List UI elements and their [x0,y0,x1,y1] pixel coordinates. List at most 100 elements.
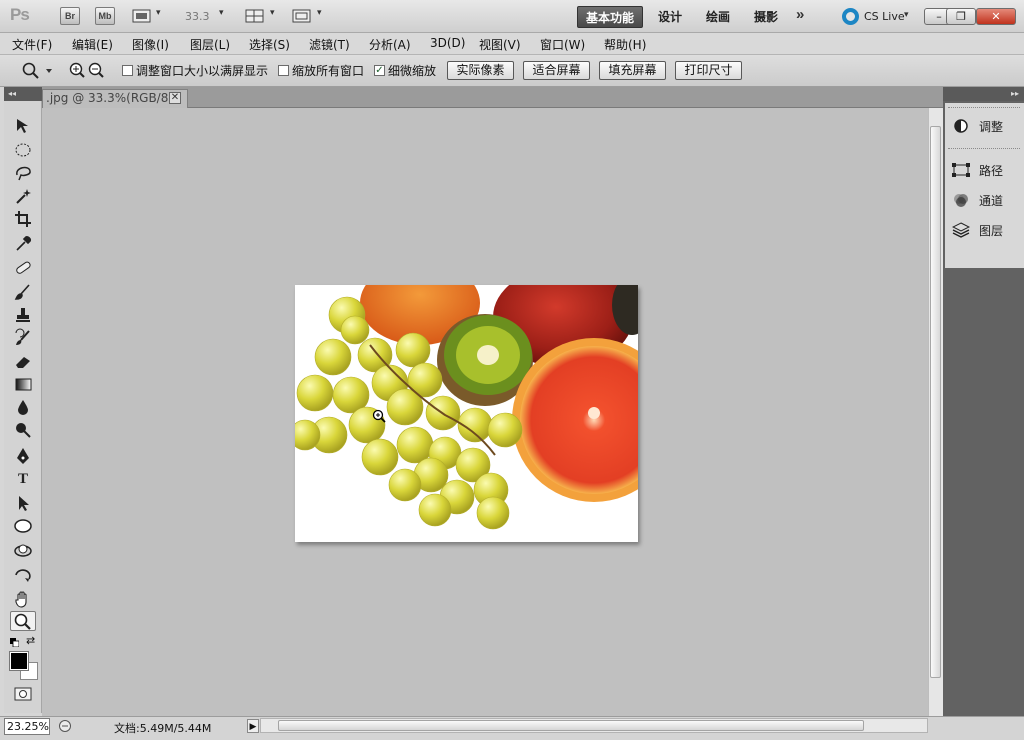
arrange-dropdown-icon[interactable]: ▾ [270,8,275,18]
menu-select[interactable]: 选择(S) [249,36,290,53]
scrubby-zoom-checkbox[interactable]: ✓ [374,65,385,76]
view-extras-button[interactable] [132,8,152,25]
dodge-tool[interactable] [10,420,36,440]
menu-window[interactable]: 窗口(W) [540,36,585,53]
history-brush-tool[interactable] [10,328,36,348]
vertical-scrollbar-thumb[interactable] [930,126,941,678]
document-size-info: 文档:5.49M/5.44M [114,722,212,735]
screen-mode-icon [292,9,311,23]
view-extras-dropdown-icon[interactable]: ▾ [156,8,161,18]
workspace-essentials-tab[interactable]: 基本功能 [577,6,644,28]
arrange-icon [245,9,264,23]
pen-tool-icon [17,448,29,464]
screen-mode-dropdown-icon[interactable]: ▾ [317,8,322,18]
panel-dock-collapse-handle[interactable]: ▸▸ [943,87,1024,101]
cs-live-dropdown-icon[interactable]: ▾ [904,10,909,20]
zoom-cursor-icon [372,409,386,423]
zoom-tool[interactable] [10,611,36,631]
menu-help[interactable]: 帮助(H) [604,36,646,53]
zoom-in-button[interactable] [68,61,86,79]
status-info-button[interactable] [58,719,72,733]
menu-layer[interactable]: 图层(L) [190,36,230,53]
healing-brush-tool[interactable] [10,258,36,278]
marquee-tool[interactable] [10,140,36,160]
print-size-button[interactable]: 打印尺寸 [675,61,742,80]
cs-live-icon[interactable] [842,8,859,25]
shape-tool-icon [14,519,32,533]
screen-mode-button[interactable] [292,8,312,25]
3d-orbit-tool-icon [15,569,31,582]
channels-icon [954,194,968,207]
more-workspaces-icon[interactable]: » [796,6,804,23]
zoom-level-value[interactable]: 33.3 [185,10,210,23]
quick-mask-button[interactable] [14,687,32,701]
menu-analysis[interactable]: 分析(A) [369,36,411,53]
workspace-painting-tab[interactable]: 绘画 [698,6,738,28]
zoom-dropdown-icon[interactable]: ▾ [219,8,224,18]
menu-view[interactable]: 视图(V) [479,36,521,53]
zoom-out-button[interactable] [87,61,105,79]
panel-divider [948,107,1020,108]
brush-tool[interactable] [10,282,36,302]
magic-wand-tool[interactable] [10,186,36,206]
horizontal-scrollbar-thumb[interactable] [278,720,864,731]
document-tab-close-icon[interactable]: ✕ [169,92,181,104]
3d-orbit-tool[interactable] [10,565,36,585]
hand-tool[interactable] [10,589,36,609]
restore-button[interactable]: ❐ [946,8,976,25]
fill-screen-button[interactable]: 填充屏幕 [599,61,666,80]
menu-edit[interactable]: 编辑(E) [72,36,113,53]
3d-rotate-tool[interactable] [10,541,36,561]
clone-stamp-tool[interactable] [10,305,36,325]
pen-tool[interactable] [10,446,36,466]
cs-live-button[interactable]: CS Live [864,10,905,23]
history-brush-tool-icon [15,328,30,345]
move-tool[interactable] [10,116,36,136]
resize-windows-label: 调整窗口大小以满屏显示 [136,64,269,78]
panel-divider [948,148,1020,149]
shape-tool[interactable] [10,516,36,536]
3d-rotate-tool-icon [14,544,32,557]
status-menu-arrow-icon[interactable]: ▶ [247,719,259,733]
crop-tool-icon [15,211,31,227]
fruit-photo [295,285,638,542]
menu-filter[interactable]: 滤镜(T) [309,36,350,53]
toolbox-collapse-handle[interactable]: ◂◂ [4,87,42,101]
eyedropper-tool-icon [16,236,31,251]
gradient-tool[interactable] [10,374,36,394]
close-button[interactable]: ✕ [976,8,1016,25]
arrange-documents-button[interactable] [245,8,265,25]
panel-item-label: 图层 [979,224,1004,238]
brush-tool-icon [14,284,30,300]
healing-brush-tool-icon [16,261,31,274]
swap-colors-icon[interactable]: ⇄ [26,634,38,647]
document-image[interactable] [295,285,638,542]
tool-preset-picker[interactable] [20,61,52,81]
lasso-tool-icon [16,166,31,181]
menu-3d[interactable]: 3D(D) [430,36,465,50]
workspace-design-tab[interactable]: 设计 [650,6,690,28]
default-colors-icon[interactable] [10,636,20,648]
actual-pixels-button[interactable]: 实际像素 [447,61,514,80]
mini-bridge-button[interactable]: Mb [95,7,115,25]
resize-windows-checkbox[interactable] [122,65,133,76]
status-zoom-field[interactable]: 23.25% [4,718,50,735]
panel-item-label: 调整 [979,120,1004,134]
path-selection-tool[interactable] [10,493,36,513]
eraser-tool[interactable] [10,351,36,371]
foreground-color-swatch[interactable] [9,651,29,671]
bridge-button[interactable]: Br [60,7,80,25]
menu-image[interactable]: 图像(I) [132,36,169,53]
gradient-tool-icon [15,378,32,391]
lasso-tool[interactable] [10,163,36,183]
crop-tool[interactable] [10,209,36,229]
zoom-all-windows-checkbox[interactable] [278,65,289,76]
fit-screen-button[interactable]: 适合屏幕 [523,61,590,80]
blur-tool[interactable] [10,397,36,417]
clone-stamp-tool-icon [16,308,30,322]
blur-tool-icon [18,400,28,415]
type-tool[interactable]: T [10,469,36,489]
menu-file[interactable]: 文件(F) [12,36,52,53]
eyedropper-tool[interactable] [10,233,36,253]
workspace-photography-tab[interactable]: 摄影 [746,6,786,28]
